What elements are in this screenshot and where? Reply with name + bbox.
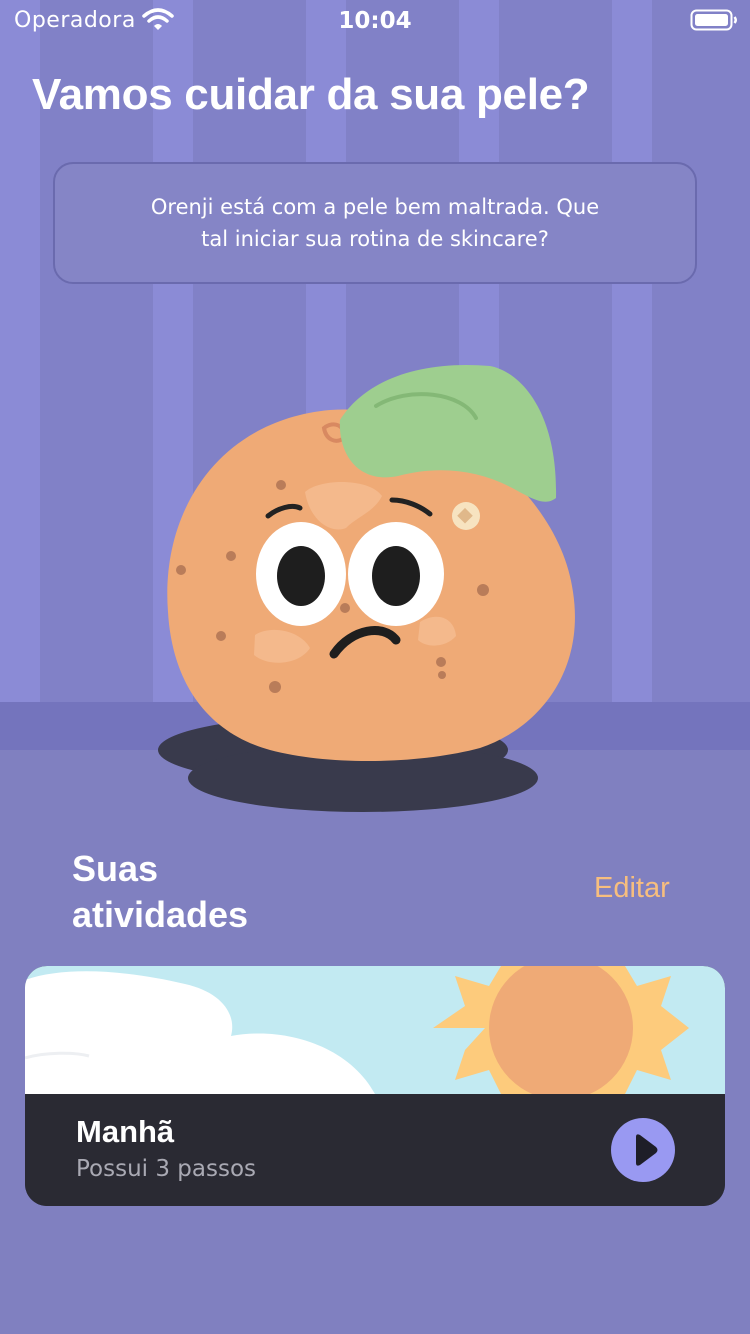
play-icon <box>636 1134 658 1166</box>
message-text: Orenji está com a pele bem maltrada. Que… <box>150 195 600 251</box>
status-bar: Operadora 10:04 <box>0 0 750 40</box>
orange-mascot-icon <box>150 350 590 824</box>
card-subtitle: Possui 3 passos <box>76 1156 257 1182</box>
play-button[interactable] <box>611 1118 675 1182</box>
cloud-icon <box>25 971 375 1094</box>
battery-icon <box>690 8 738 36</box>
card-title: Manhã <box>76 1114 175 1149</box>
activity-card-morning[interactable]: Manhã Possui 3 passos <box>25 966 725 1206</box>
card-illustration <box>25 966 725 1094</box>
status-time: 10:04 <box>338 8 412 34</box>
message-box: Orenji está com a pele bem maltrada. Que… <box>53 162 697 284</box>
section-title: Suas atividades <box>72 848 249 935</box>
edit-button[interactable]: Editar <box>594 872 670 905</box>
sun-icon <box>433 966 689 1094</box>
card-footer: Manhã Possui 3 passos <box>25 1094 725 1206</box>
page-title: Vamos cuidar da sua pele? <box>32 70 590 119</box>
